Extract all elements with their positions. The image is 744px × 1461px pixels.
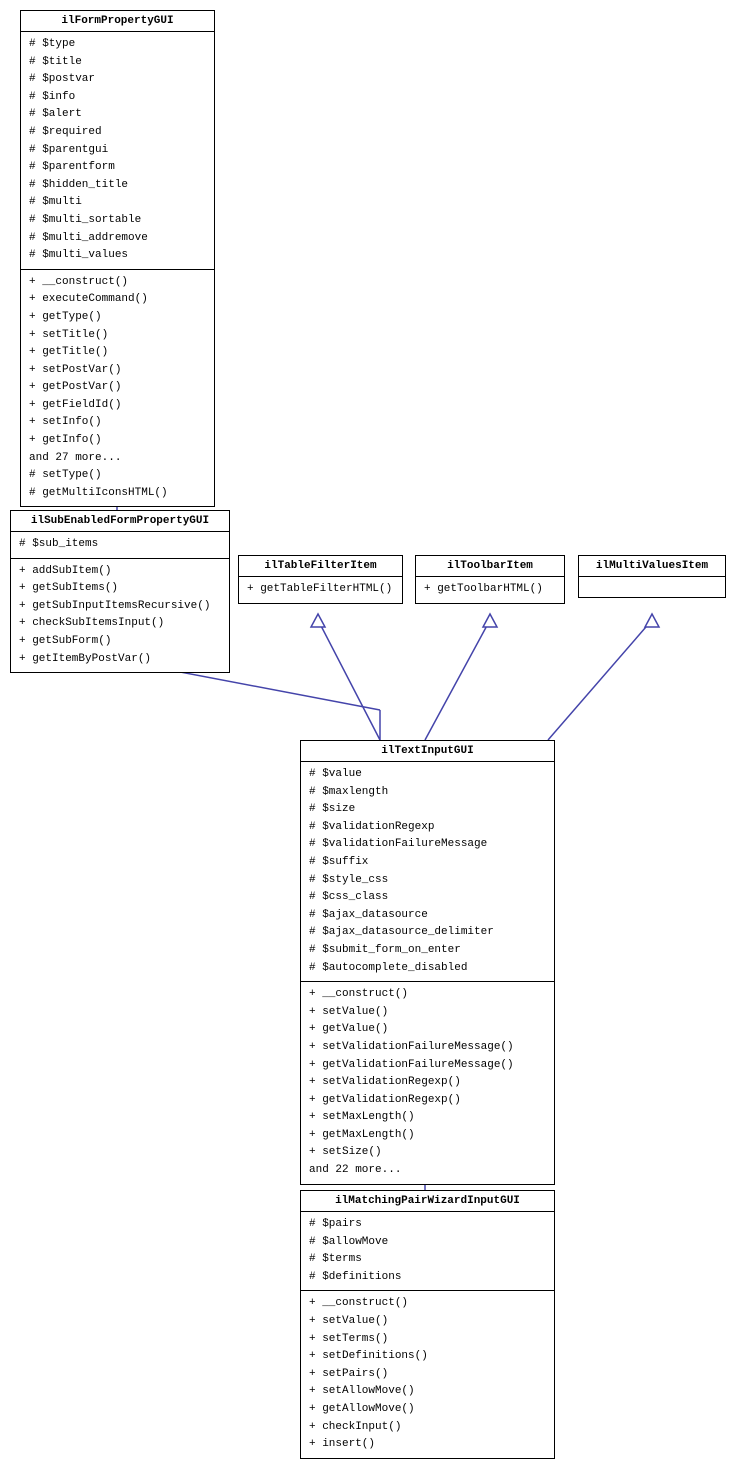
class-attributes-ilTextInputGUI: # $value # $maxlength # $size # $validat… (301, 762, 554, 982)
class-methods-ilFormPropertyGUI: + __construct() + executeCommand() + get… (21, 270, 214, 507)
diagram-container: ilFormPropertyGUI # $type # $title # $po… (0, 0, 744, 1461)
class-attributes-ilFormPropertyGUI: # $type # $title # $postvar # $info # $a… (21, 32, 214, 270)
class-ilMatchingPairWizardInputGUI: ilMatchingPairWizardInputGUI # $pairs # … (300, 1190, 555, 1459)
class-attributes-ilMatchingPairWizardInputGUI: # $pairs # $allowMove # $terms # $defini… (301, 1212, 554, 1291)
class-ilFormPropertyGUI: ilFormPropertyGUI # $type # $title # $po… (20, 10, 215, 507)
class-attributes-ilSubEnabledFormPropertyGUI: # $sub_items (11, 532, 229, 559)
class-header-ilToolbarItem: ilToolbarItem (416, 556, 564, 577)
class-ilSubEnabledFormPropertyGUI: ilSubEnabledFormPropertyGUI # $sub_items… (10, 510, 230, 673)
class-header-ilMultiValuesItem: ilMultiValuesItem (579, 556, 725, 577)
class-header-ilSubEnabledFormPropertyGUI: ilSubEnabledFormPropertyGUI (11, 511, 229, 532)
class-methods-ilSubEnabledFormPropertyGUI: + addSubItem() + getSubItems() + getSubI… (11, 559, 229, 673)
class-methods-ilToolbarItem: + getToolbarHTML() (416, 577, 564, 603)
class-ilTableFilterItem: ilTableFilterItem + getTableFilterHTML() (238, 555, 403, 604)
class-methods-ilMultiValuesItem (579, 577, 725, 597)
class-ilTextInputGUI: ilTextInputGUI # $value # $maxlength # $… (300, 740, 555, 1185)
class-header-ilTextInputGUI: ilTextInputGUI (301, 741, 554, 762)
class-methods-ilTextInputGUI: + __construct() + setValue() + getValue(… (301, 982, 554, 1184)
class-methods-ilTableFilterItem: + getTableFilterHTML() (239, 577, 402, 603)
class-methods-ilMatchingPairWizardInputGUI: + __construct() + setValue() + setTerms(… (301, 1291, 554, 1457)
class-ilToolbarItem: ilToolbarItem + getToolbarHTML() (415, 555, 565, 604)
class-header-ilMatchingPairWizardInputGUI: ilMatchingPairWizardInputGUI (301, 1191, 554, 1212)
class-header-ilTableFilterItem: ilTableFilterItem (239, 556, 402, 577)
class-header-ilFormPropertyGUI: ilFormPropertyGUI (21, 11, 214, 32)
class-ilMultiValuesItem: ilMultiValuesItem (578, 555, 726, 598)
